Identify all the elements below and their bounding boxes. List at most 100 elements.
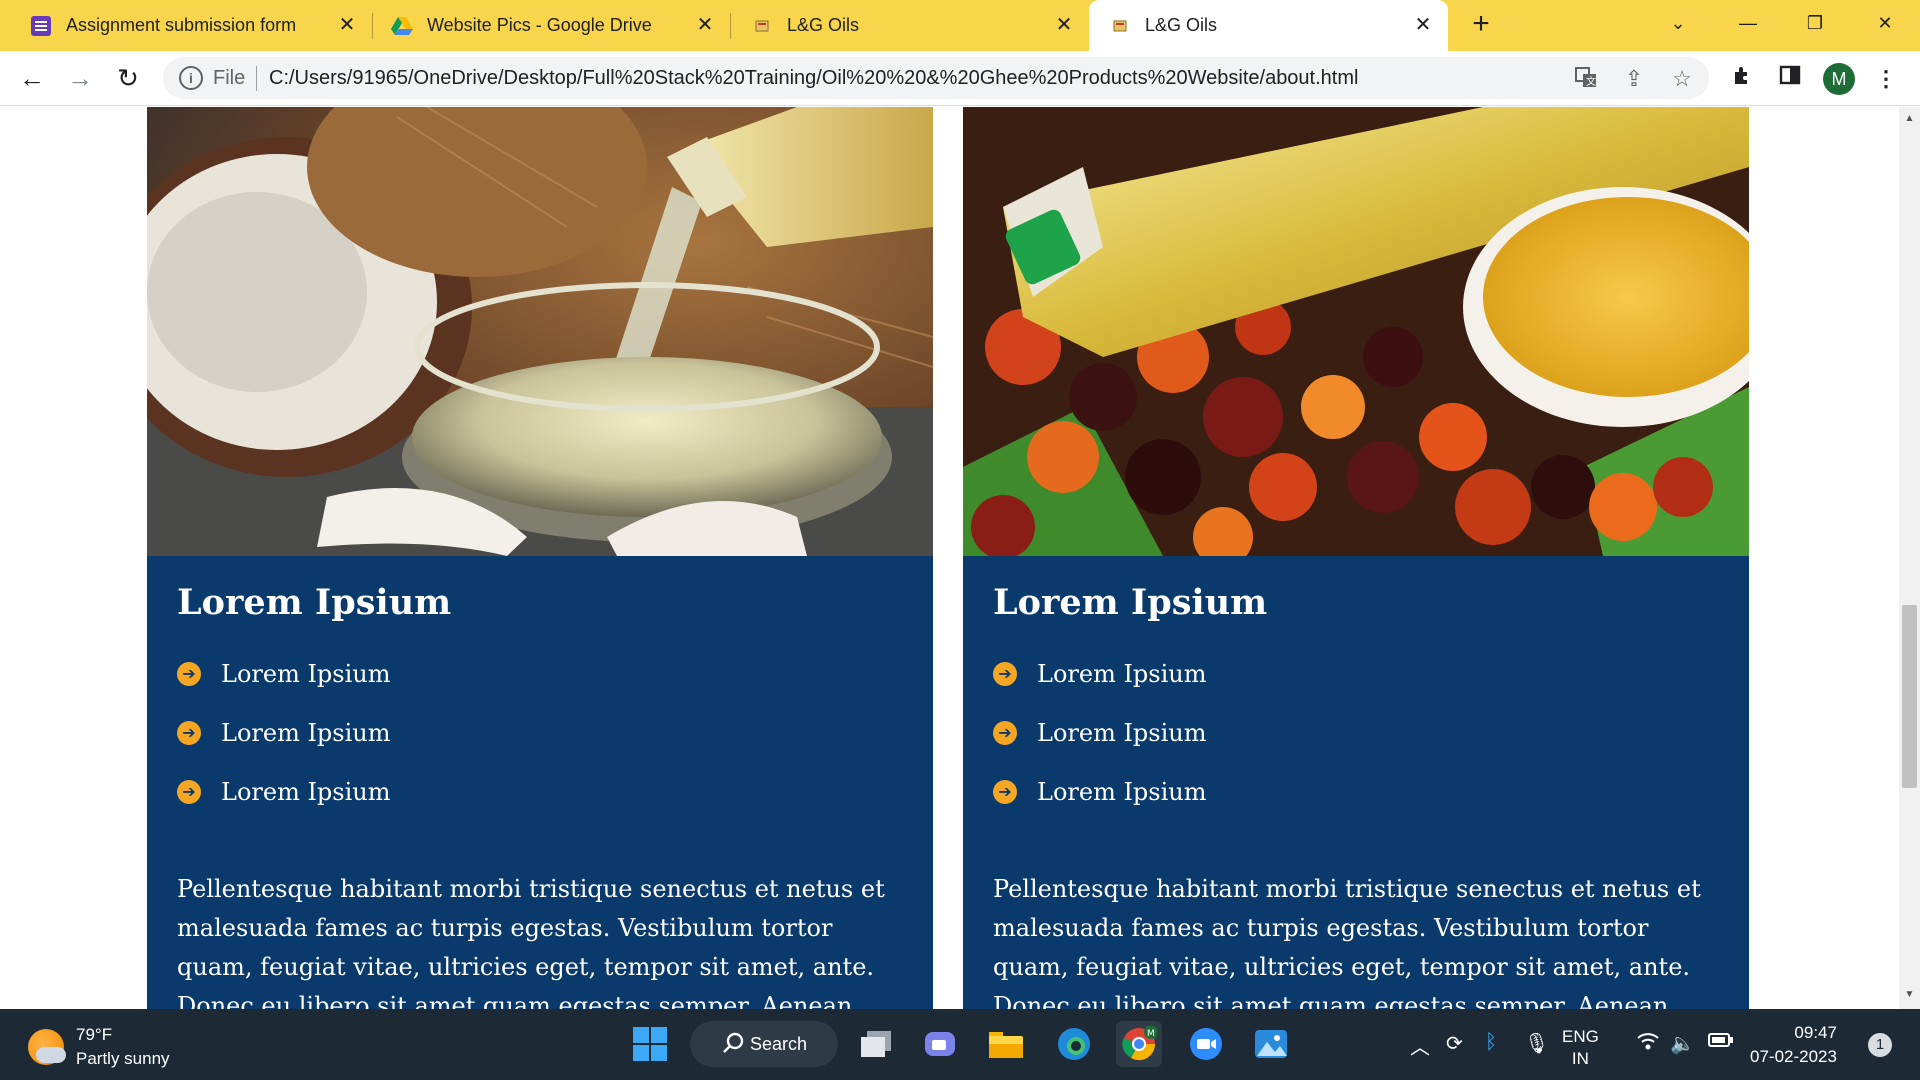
tab-title: Assignment submission form (66, 15, 297, 35)
card-description: Pellentesque habitant morbi tristique se… (993, 875, 1701, 1009)
feature-item: ➔ Lorem Ipsium (177, 719, 391, 747)
arrow-circle-icon: ➔ (177, 721, 201, 745)
profile-avatar[interactable]: M (1823, 63, 1855, 95)
address-bar[interactable]: i File C:/Users/91965/OneDrive/Desktop/F… (163, 57, 1709, 99)
close-icon[interactable]: ✕ (1412, 14, 1434, 36)
menu-kebab-icon[interactable]: ⋮ (1870, 63, 1902, 95)
file-explorer-icon[interactable] (983, 1021, 1029, 1067)
minimize-button[interactable]: — (1728, 8, 1768, 38)
language-code: ENG (1562, 1027, 1599, 1046)
show-hidden-icons-chevron-icon[interactable]: ︿ (1410, 1031, 1430, 1060)
volume-icon[interactable]: 🔈 (1670, 1031, 1695, 1056)
feature-label: Lorem Ipsium (1037, 778, 1207, 806)
tab-assignment-form[interactable]: Assignment submission form ✕ (0, 0, 372, 51)
feature-item: ➔ Lorem Ipsium (993, 778, 1207, 806)
task-view-icon[interactable] (853, 1021, 899, 1067)
partly-sunny-icon (28, 1029, 66, 1065)
language-indicator[interactable]: ENG IN (1562, 1026, 1599, 1070)
close-window-button[interactable]: ✕ (1865, 8, 1905, 38)
forward-button[interactable]: → (62, 61, 98, 97)
new-tab-button[interactable]: + (1466, 9, 1496, 40)
url-text[interactable]: C:/Users/91965/OneDrive/Desktop/Full%20S… (269, 67, 1358, 90)
taskbar-search-button[interactable]: Search (690, 1021, 838, 1067)
arrow-circle-icon: ➔ (993, 721, 1017, 745)
tab-lg-oils[interactable]: L&G Oils ✕ (731, 0, 1089, 51)
page-favicon (1109, 15, 1131, 37)
palm-oil-image (963, 107, 1749, 556)
share-icon[interactable]: ⇪ (1620, 65, 1648, 93)
restore-button[interactable]: ❐ (1795, 8, 1835, 38)
region-code: IN (1571, 1049, 1589, 1068)
google-drive-icon (391, 15, 413, 37)
product-card-coconut: Lorem Ipsium ➔ Lorem Ipsium ➔ Lorem Ipsi… (147, 107, 933, 1009)
reload-button[interactable]: ↻ (110, 61, 146, 97)
product-card-palm: Lorem Ipsium ➔ Lorem Ipsium ➔ Lorem Ipsi… (963, 107, 1749, 1009)
feature-label: Lorem Ipsium (221, 778, 391, 806)
browser-toolbar: ← → ↻ i File C:/Users/91965/OneDrive/Des… (0, 51, 1920, 106)
feature-item: ➔ Lorem Ipsium (177, 660, 391, 688)
back-button[interactable]: ← (14, 61, 50, 97)
coconut-oil-image (147, 107, 933, 556)
zoom-app-icon[interactable] (1183, 1021, 1229, 1067)
scrollbar-thumb[interactable] (1902, 605, 1917, 788)
forms-icon (30, 15, 52, 37)
teams-chat-icon[interactable] (918, 1021, 964, 1067)
weather-condition: Partly sunny (76, 1049, 170, 1068)
card-title: Lorem Ipsium (993, 582, 1268, 623)
feature-label: Lorem Ipsium (221, 719, 391, 747)
wifi-icon[interactable] (1636, 1031, 1660, 1057)
info-icon[interactable]: i (179, 66, 203, 90)
arrow-circle-icon: ➔ (177, 780, 201, 804)
close-icon[interactable]: ✕ (1053, 14, 1075, 36)
svg-text:文: 文 (1586, 75, 1596, 88)
tab-search-chevron-icon[interactable]: ⌄ (1658, 8, 1698, 38)
scroll-down-arrow-icon[interactable]: ▼ (1899, 989, 1920, 1003)
arrow-circle-icon: ➔ (993, 780, 1017, 804)
scroll-up-arrow-icon[interactable]: ▲ (1899, 113, 1920, 127)
translate-icon[interactable]: 文 (1572, 65, 1600, 93)
battery-icon[interactable] (1708, 1031, 1734, 1055)
feature-item: ➔ Lorem Ipsium (177, 778, 391, 806)
svg-text:M: M (1147, 1029, 1155, 1039)
side-panel-icon[interactable] (1774, 63, 1806, 95)
bluetooth-icon[interactable]: ᛒ (1485, 1031, 1497, 1054)
tab-strip: Assignment submission form ✕ Website Pic… (0, 0, 1920, 51)
tab-lg-oils-active[interactable]: L&G Oils ✕ (1089, 0, 1448, 51)
omnibox-divider (256, 66, 257, 91)
page-favicon (751, 15, 773, 37)
tab-title: L&G Oils (1145, 15, 1218, 35)
feature-item: ➔ Lorem Ipsium (993, 719, 1207, 747)
bookmark-star-icon[interactable]: ☆ (1668, 65, 1696, 93)
feature-label: Lorem Ipsium (1037, 660, 1207, 688)
arrow-circle-icon: ➔ (177, 662, 201, 686)
microphone-icon[interactable]: 🎙 (1524, 1031, 1549, 1056)
search-icon (722, 1032, 744, 1059)
chrome-browser-icon[interactable]: M (1116, 1021, 1162, 1067)
tab-title: L&G Oils (787, 15, 860, 35)
arrow-circle-icon: ➔ (993, 662, 1017, 686)
clock-date: 07-02-2023 (1750, 1047, 1837, 1066)
clock-time: 09:47 (1794, 1023, 1837, 1042)
tab-title: Website Pics - Google Drive (427, 15, 652, 35)
weather-widget[interactable]: 79°F Partly sunny (28, 1023, 170, 1071)
card-title: Lorem Ipsium (177, 582, 452, 623)
close-icon[interactable]: ✕ (694, 14, 716, 36)
feature-label: Lorem Ipsium (221, 660, 391, 688)
system-clock[interactable]: 09:47 07-02-2023 (1750, 1021, 1837, 1069)
edge-browser-icon[interactable] (1051, 1021, 1097, 1067)
feature-label: Lorem Ipsium (1037, 719, 1207, 747)
file-label: File (213, 67, 246, 89)
start-windows-icon[interactable] (627, 1021, 673, 1067)
page-viewport: Lorem Ipsium ➔ Lorem Ipsium ➔ Lorem Ipsi… (0, 107, 1899, 1009)
windows-taskbar: 79°F Partly sunny Search M ︿ ⟳ ᛒ 🎙 ENG I… (0, 1009, 1920, 1080)
photos-app-icon[interactable] (1248, 1021, 1294, 1067)
weather-temperature: 79°F (76, 1025, 113, 1044)
feature-item: ➔ Lorem Ipsium (993, 660, 1207, 688)
sync-icon[interactable]: ⟳ (1446, 1031, 1463, 1056)
extensions-icon[interactable] (1726, 63, 1758, 95)
close-icon[interactable]: ✕ (336, 14, 358, 36)
tab-google-drive[interactable]: Website Pics - Google Drive ✕ (373, 0, 730, 51)
notification-badge[interactable]: 1 (1868, 1033, 1892, 1057)
page-scrollbar[interactable]: ▲ ▼ (1899, 107, 1920, 1009)
card-description: Pellentesque habitant morbi tristique se… (177, 875, 885, 1009)
